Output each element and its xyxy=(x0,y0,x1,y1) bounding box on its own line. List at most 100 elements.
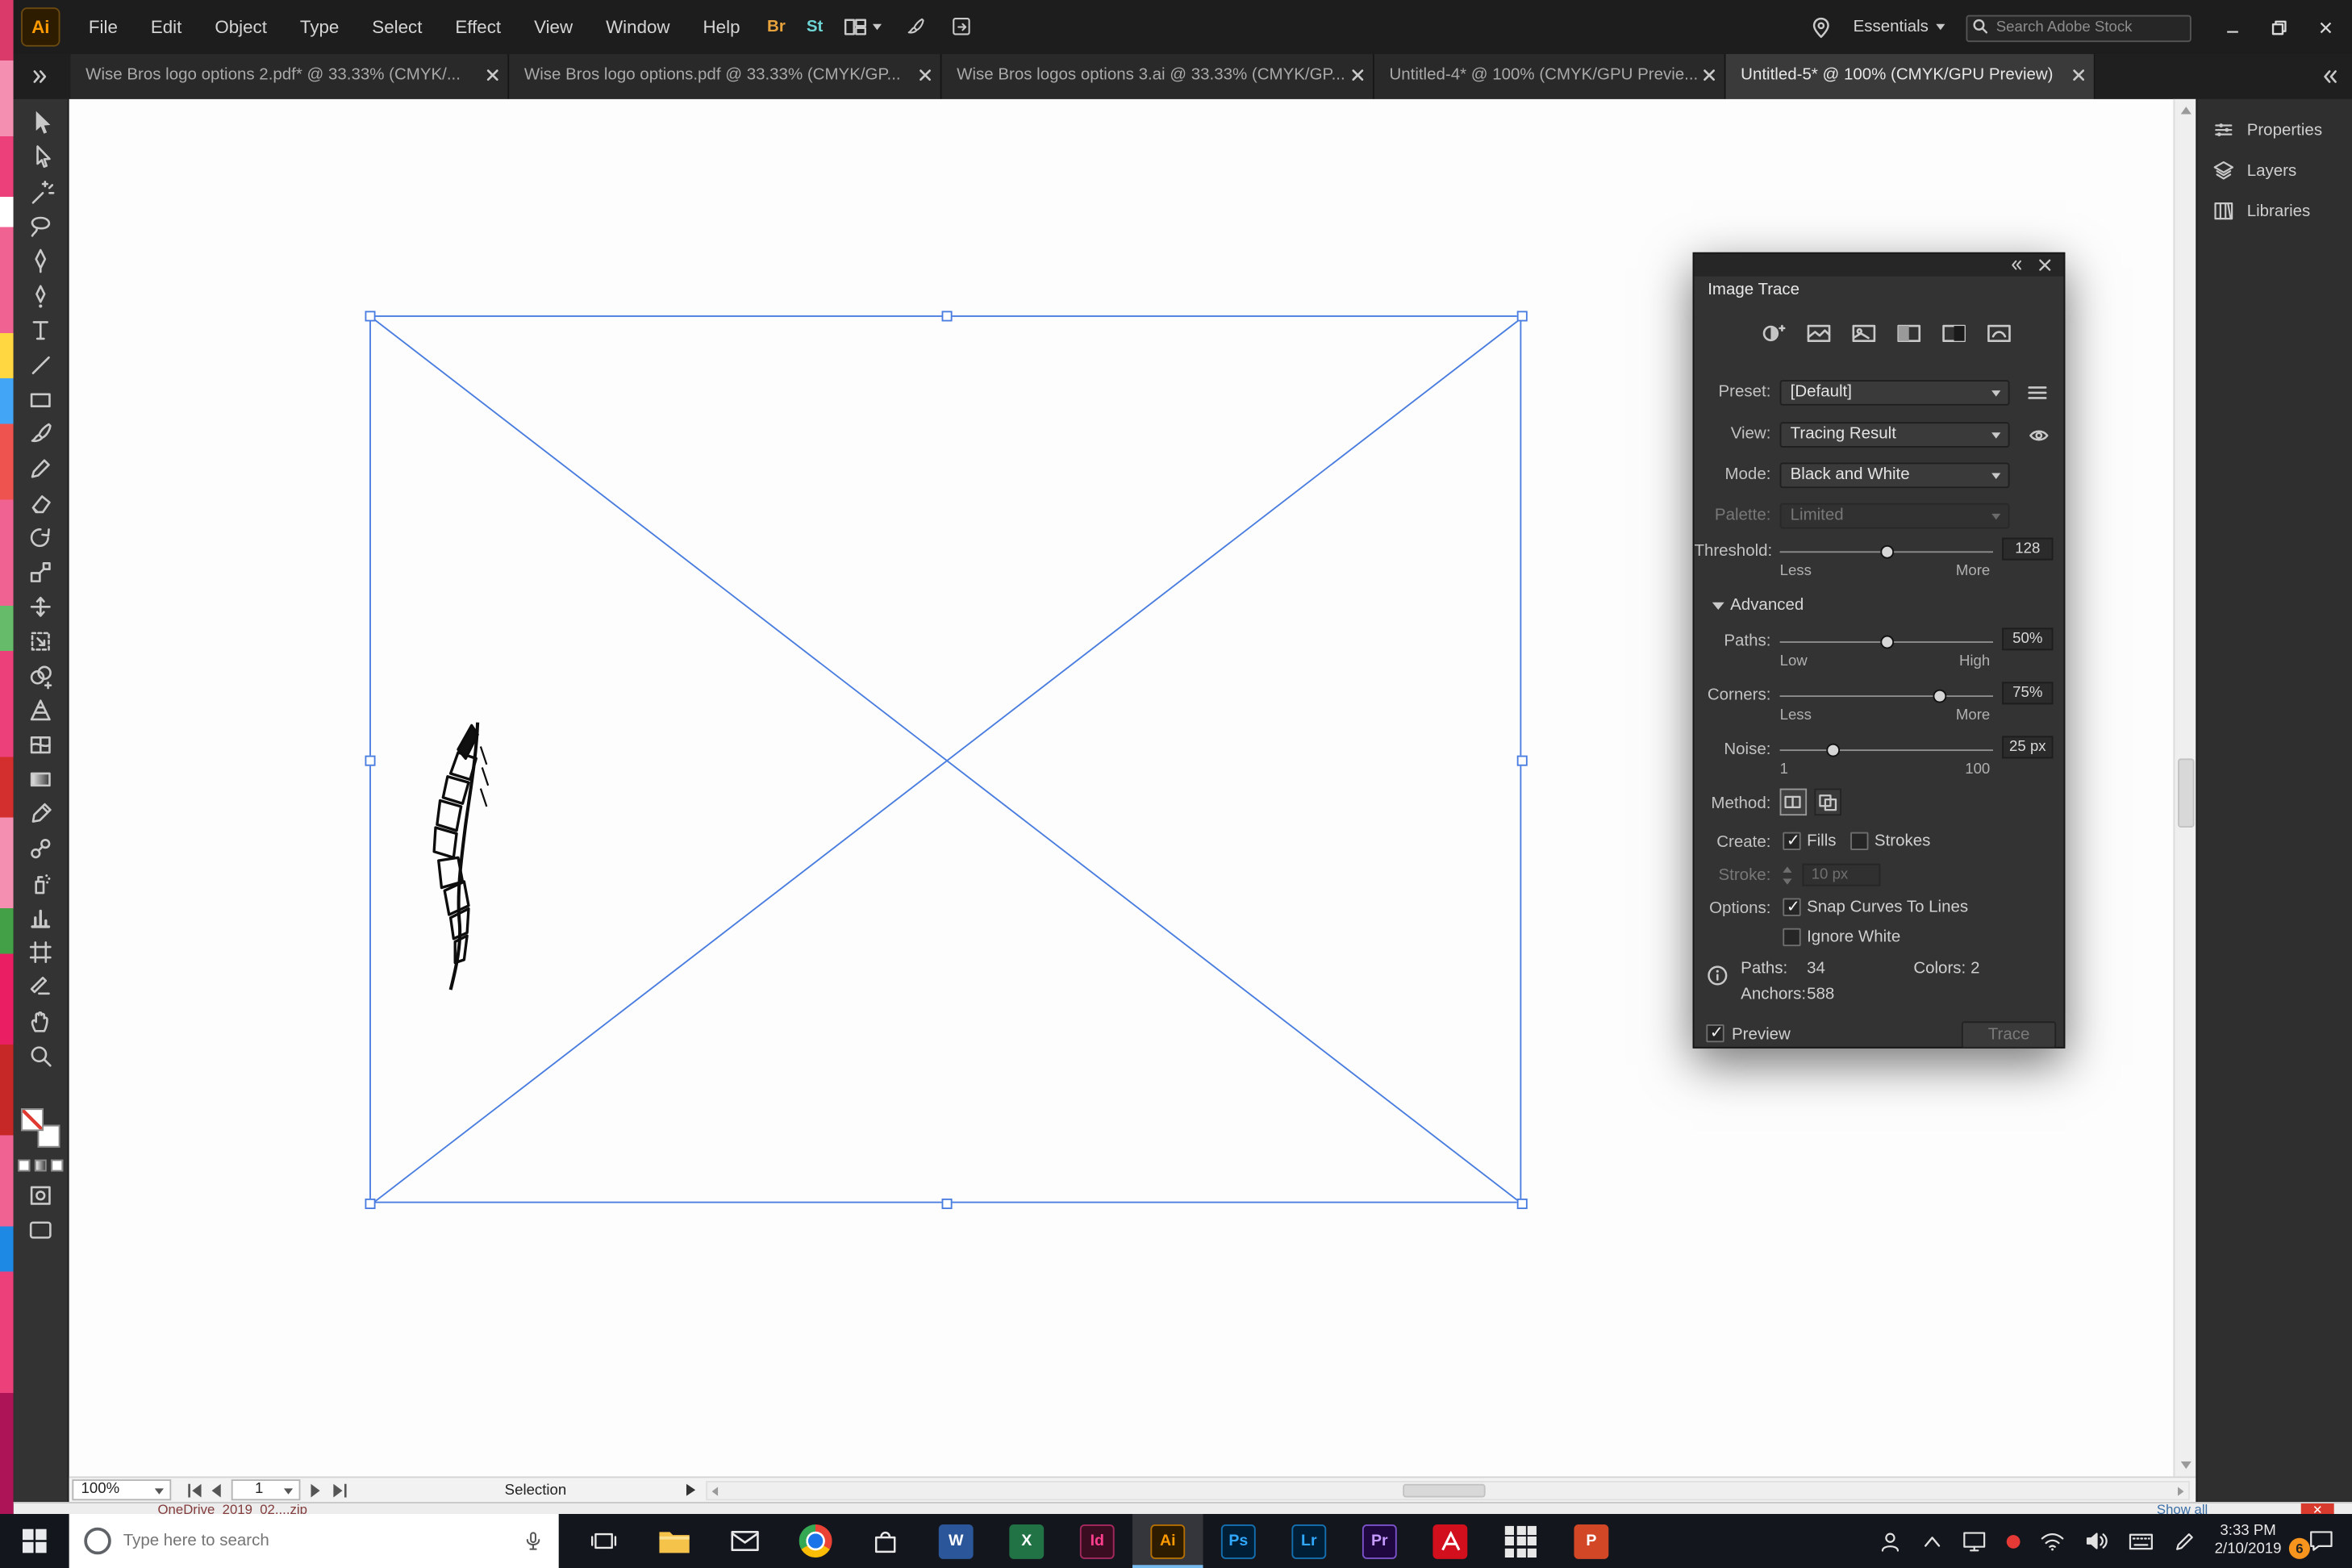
gradient-mode-button[interactable] xyxy=(35,1160,47,1172)
threshold-slider[interactable] xyxy=(1780,545,1993,559)
menu-edit[interactable]: Edit xyxy=(134,0,198,54)
tab-overflow-icon[interactable] xyxy=(30,68,48,85)
paintbrush-tool[interactable] xyxy=(14,416,68,451)
preview-checkbox[interactable] xyxy=(1706,1024,1724,1042)
taskbar-search[interactable] xyxy=(69,1514,559,1568)
selection-handle[interactable] xyxy=(365,311,375,321)
corners-value-field[interactable]: 75% xyxy=(2002,682,2053,704)
tab-close-icon[interactable] xyxy=(920,69,932,81)
taskbar-task-view[interactable] xyxy=(568,1514,639,1568)
preset-high-color-button[interactable] xyxy=(1803,320,1836,348)
taskbar-premiere[interactable]: Pr xyxy=(1345,1514,1416,1568)
perspective-grid-tool[interactable] xyxy=(14,692,68,727)
pen-icon[interactable] xyxy=(2173,1530,2196,1553)
stock-button[interactable]: St xyxy=(807,18,823,35)
hand-tool[interactable] xyxy=(14,1003,68,1038)
collapse-panel-icon[interactable] xyxy=(2009,258,2025,272)
noise-slider-thumb[interactable] xyxy=(1826,744,1840,757)
tab-close-icon[interactable] xyxy=(2073,69,2085,81)
column-graph-tool[interactable] xyxy=(14,899,68,934)
advanced-section-toggle[interactable]: Advanced xyxy=(1694,594,2063,621)
scale-tool[interactable] xyxy=(14,554,68,589)
fill-stroke-indicator[interactable] xyxy=(18,1106,63,1154)
panel-tab-properties[interactable]: Properties xyxy=(2197,110,2352,150)
selection-handle[interactable] xyxy=(942,311,953,321)
people-icon[interactable] xyxy=(1877,1528,1903,1554)
workspace-selector[interactable]: Essentials xyxy=(1854,18,1945,35)
document-tab[interactable]: Untitled-4* @ 100% (CMYK/GPU Previe... xyxy=(1374,54,1726,99)
collapse-panels-icon[interactable] xyxy=(2322,68,2340,85)
snap-curves-checkbox[interactable] xyxy=(1783,899,1800,916)
noise-slider[interactable] xyxy=(1780,744,1993,757)
microphone-icon[interactable] xyxy=(523,1529,544,1553)
eye-icon[interactable] xyxy=(2028,427,2050,444)
workspace-switcher-button[interactable] xyxy=(843,15,882,40)
taskbar-file-explorer[interactable] xyxy=(638,1514,709,1568)
taskbar-chrome[interactable] xyxy=(779,1514,850,1568)
selection-handle[interactable] xyxy=(365,1199,375,1209)
vertical-scroll-thumb[interactable] xyxy=(2178,758,2194,828)
strokes-checkbox[interactable] xyxy=(1850,832,1868,850)
slice-tool[interactable] xyxy=(14,969,68,1003)
close-downloads-bar-icon[interactable]: ✕ xyxy=(2301,1503,2334,1514)
lasso-tool[interactable] xyxy=(14,209,68,244)
menu-type[interactable]: Type xyxy=(283,0,355,54)
screen-mode-button[interactable] xyxy=(14,1212,68,1247)
artboard-tool[interactable] xyxy=(14,934,68,969)
menu-window[interactable]: Window xyxy=(590,0,686,54)
scroll-right-icon[interactable] xyxy=(2176,1486,2185,1498)
action-center-button[interactable]: 6 xyxy=(2301,1521,2340,1560)
document-tab[interactable]: Wise Bros logo options.pdf @ 33.33% (CMY… xyxy=(509,54,941,99)
taskbar-powerpoint[interactable]: P xyxy=(1556,1514,1627,1568)
arrange-documents-icon[interactable] xyxy=(949,15,975,40)
next-artboard-icon[interactable] xyxy=(310,1483,322,1499)
taskbar-grid-app[interactable] xyxy=(1486,1514,1557,1568)
selection-handle[interactable] xyxy=(942,1199,953,1209)
horizontal-scrollbar[interactable] xyxy=(706,1481,2190,1500)
free-transform-tool[interactable] xyxy=(14,623,68,658)
zoom-level-dropdown[interactable]: 100% xyxy=(72,1479,171,1500)
taskbar-mail[interactable] xyxy=(709,1514,780,1568)
horizontal-scroll-thumb[interactable] xyxy=(1403,1484,1486,1498)
start-button[interactable] xyxy=(0,1514,69,1568)
last-artboard-icon[interactable] xyxy=(331,1483,348,1499)
taskbar-clock[interactable]: 3:33 PM 2/10/2019 xyxy=(2215,1523,2282,1559)
taskbar-search-input[interactable] xyxy=(123,1532,523,1549)
preset-dropdown[interactable]: [Default] xyxy=(1780,380,2010,406)
monitor-icon[interactable] xyxy=(1961,1530,1987,1553)
corners-slider-thumb[interactable] xyxy=(1933,690,1947,703)
taskbar-acrobat[interactable] xyxy=(1415,1514,1486,1568)
touch-keyboard-icon[interactable] xyxy=(2128,1531,2154,1550)
taskbar-indesign[interactable]: Id xyxy=(1062,1514,1133,1568)
pen-tool[interactable] xyxy=(14,244,68,278)
color-mode-button[interactable] xyxy=(18,1160,30,1172)
selection-handle[interactable] xyxy=(1517,756,1528,766)
minimize-icon[interactable] xyxy=(2225,19,2241,35)
scroll-down-icon[interactable] xyxy=(2179,1460,2193,1470)
preset-menu-icon[interactable] xyxy=(2028,385,2047,401)
curvature-tool[interactable] xyxy=(14,277,68,312)
none-mode-button[interactable] xyxy=(51,1160,63,1172)
taskbar-excel[interactable]: X xyxy=(991,1514,1062,1568)
close-panel-icon[interactable] xyxy=(2038,258,2052,272)
scroll-left-icon[interactable] xyxy=(711,1486,719,1498)
width-tool[interactable] xyxy=(14,589,68,623)
direct-selection-tool[interactable] xyxy=(14,140,68,174)
symbol-sprayer-tool[interactable] xyxy=(14,865,68,900)
menu-effect[interactable]: Effect xyxy=(439,0,518,54)
paths-value-field[interactable]: 50% xyxy=(2002,628,2053,650)
taskbar-microsoft-store[interactable] xyxy=(850,1514,921,1568)
panel-tab-layers[interactable]: Layers xyxy=(2197,150,2352,190)
volume-icon[interactable] xyxy=(2084,1530,2108,1551)
preset-auto-color-button[interactable] xyxy=(1758,320,1791,348)
threshold-value-field[interactable]: 128 xyxy=(2002,538,2053,561)
close-window-icon[interactable] xyxy=(2317,19,2333,35)
selection-handle[interactable] xyxy=(1517,1199,1528,1209)
taskbar-photoshop[interactable]: Ps xyxy=(1203,1514,1274,1568)
corners-slider[interactable] xyxy=(1780,690,1993,703)
threshold-slider-thumb[interactable] xyxy=(1880,545,1894,559)
taskbar-illustrator-active[interactable]: Ai xyxy=(1132,1514,1203,1568)
panel-tab-libraries[interactable]: Libraries xyxy=(2197,190,2352,231)
fills-checkbox[interactable] xyxy=(1783,832,1800,850)
adobe-stock-search-input[interactable] xyxy=(1966,15,2191,42)
